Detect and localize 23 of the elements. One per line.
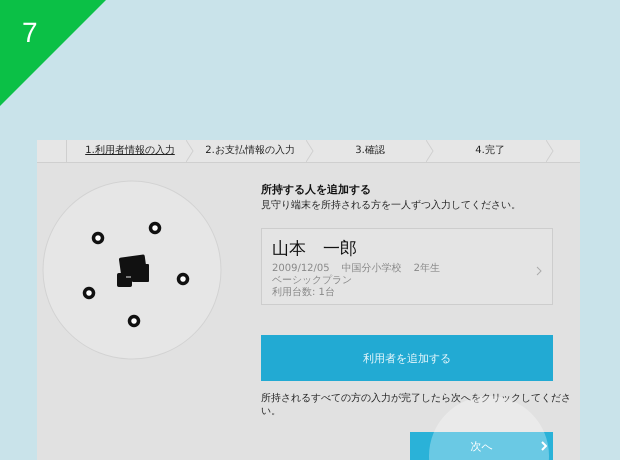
grade-text: 2年生 xyxy=(414,263,440,275)
chevron-right-icon xyxy=(541,441,547,451)
ring-icon xyxy=(176,272,190,286)
plan-text: ベーシックプラン xyxy=(272,275,353,286)
ring-icon xyxy=(92,232,104,244)
school-text: 中国分小学校 xyxy=(342,263,402,275)
step-tab[interactable]: 1.利用者情報の入力 xyxy=(74,140,186,162)
step-tab[interactable]: 3.確認 xyxy=(314,140,426,162)
note-text: 所持されるすべての方の入力が完了したら次へをクリックしてください。 xyxy=(261,392,572,418)
user-name: 山本 一郎 xyxy=(272,238,358,260)
step-number: 7 xyxy=(22,16,38,50)
ring-icon xyxy=(82,286,96,300)
step-tab[interactable]: 4.完了 xyxy=(434,140,546,162)
section-heading: 所持する人を追加する xyxy=(261,183,372,197)
hand-holding-cards-icon xyxy=(117,254,149,287)
user-card[interactable]: 山本 一郎 2009/12/05 中国分小学校 2年生 ベーシックプラン 利用台数: 1台 xyxy=(261,228,553,305)
ring-icon xyxy=(148,222,162,234)
birthdate-text: 2009/12/05 xyxy=(272,263,330,274)
instruction-text: 見守り端末を所持される方を一人ずつ入力してください。 xyxy=(261,199,522,212)
device-count-text: 利用台数: 1台 xyxy=(272,287,336,299)
step-tab[interactable]: 2.お支払情報の入力 xyxy=(194,140,306,162)
ring-icon xyxy=(128,314,140,328)
chevron-right-icon xyxy=(536,266,542,276)
